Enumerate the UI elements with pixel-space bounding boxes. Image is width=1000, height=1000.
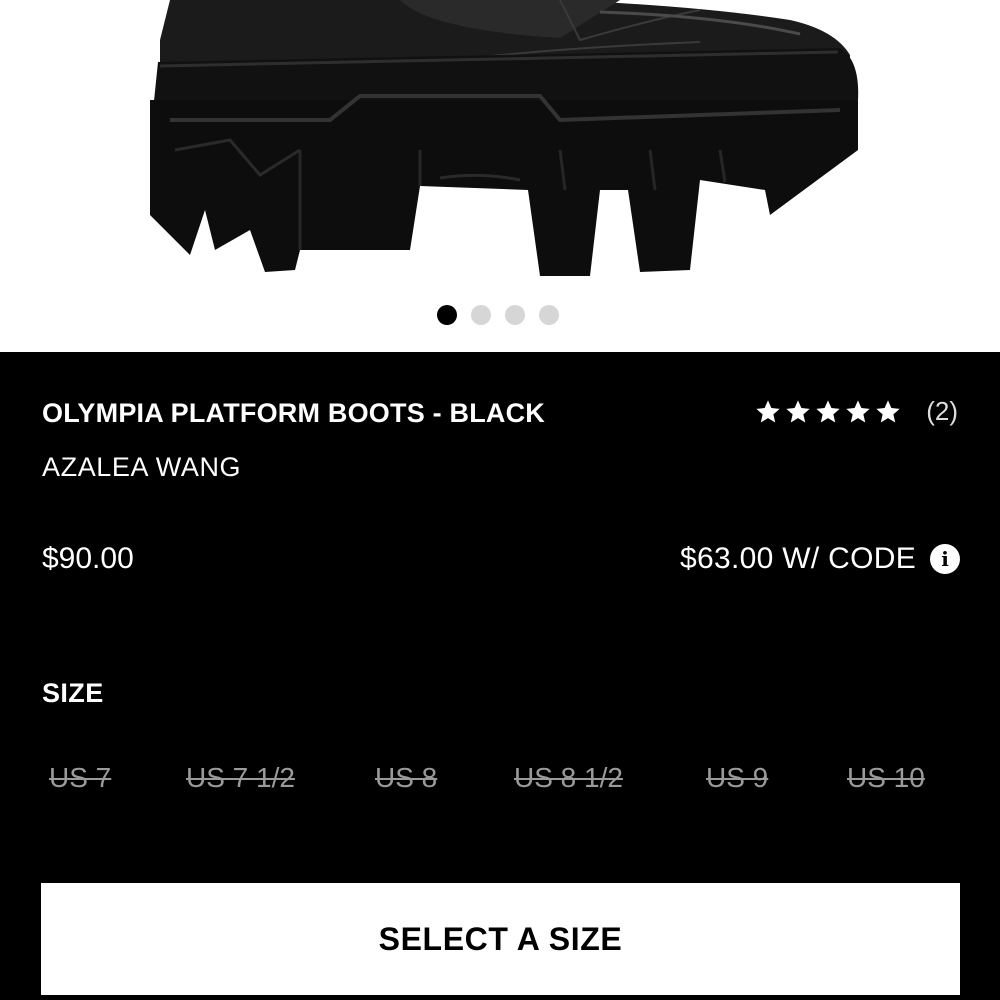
size-label: SIZE	[42, 678, 104, 708]
star-rating	[754, 398, 902, 426]
star-icon	[756, 399, 780, 422]
star-icon	[876, 399, 900, 422]
size-option-us-8[interactable]: US 8	[375, 762, 437, 794]
gallery-dot-4[interactable]	[539, 305, 559, 325]
product-price: $90.00	[42, 542, 134, 575]
info-icon[interactable]: i	[930, 544, 960, 574]
size-option-us-9[interactable]: US 9	[706, 762, 768, 794]
size-option-us-10[interactable]: US 10	[847, 762, 925, 794]
gallery-dot-3[interactable]	[505, 305, 525, 325]
gallery-pagination	[0, 305, 998, 325]
product-image-gallery[interactable]	[0, 0, 1000, 352]
product-rating[interactable]: (2)	[754, 396, 958, 427]
product-image	[150, 0, 859, 276]
size-option-us-7-1-2[interactable]: US 7 1/2	[186, 762, 295, 794]
gallery-dot-2[interactable]	[471, 305, 491, 325]
size-option-us-7[interactable]: US 7	[49, 762, 111, 794]
review-count[interactable]: (2)	[926, 396, 958, 427]
product-title: OLYMPIA PLATFORM BOOTS - BLACK	[42, 398, 545, 428]
promo-price-text: $63.00 W/ CODE	[680, 542, 916, 575]
size-option-us-8-1-2[interactable]: US 8 1/2	[514, 762, 623, 794]
star-icon	[816, 399, 840, 422]
promo-price: $63.00 W/ CODE i	[680, 542, 960, 576]
gallery-dot-1[interactable]	[437, 305, 457, 325]
select-size-button[interactable]: SELECT A SIZE	[41, 883, 960, 995]
product-info-panel: OLYMPIA PLATFORM BOOTS - BLACK AZALEA WA…	[0, 352, 1000, 1000]
star-icon	[786, 399, 810, 422]
product-brand[interactable]: AZALEA WANG	[42, 452, 241, 483]
size-selector: US 7 US 7 1/2 US 8 US 8 1/2 US 9 US 10	[0, 762, 1000, 802]
star-icon	[846, 399, 870, 422]
